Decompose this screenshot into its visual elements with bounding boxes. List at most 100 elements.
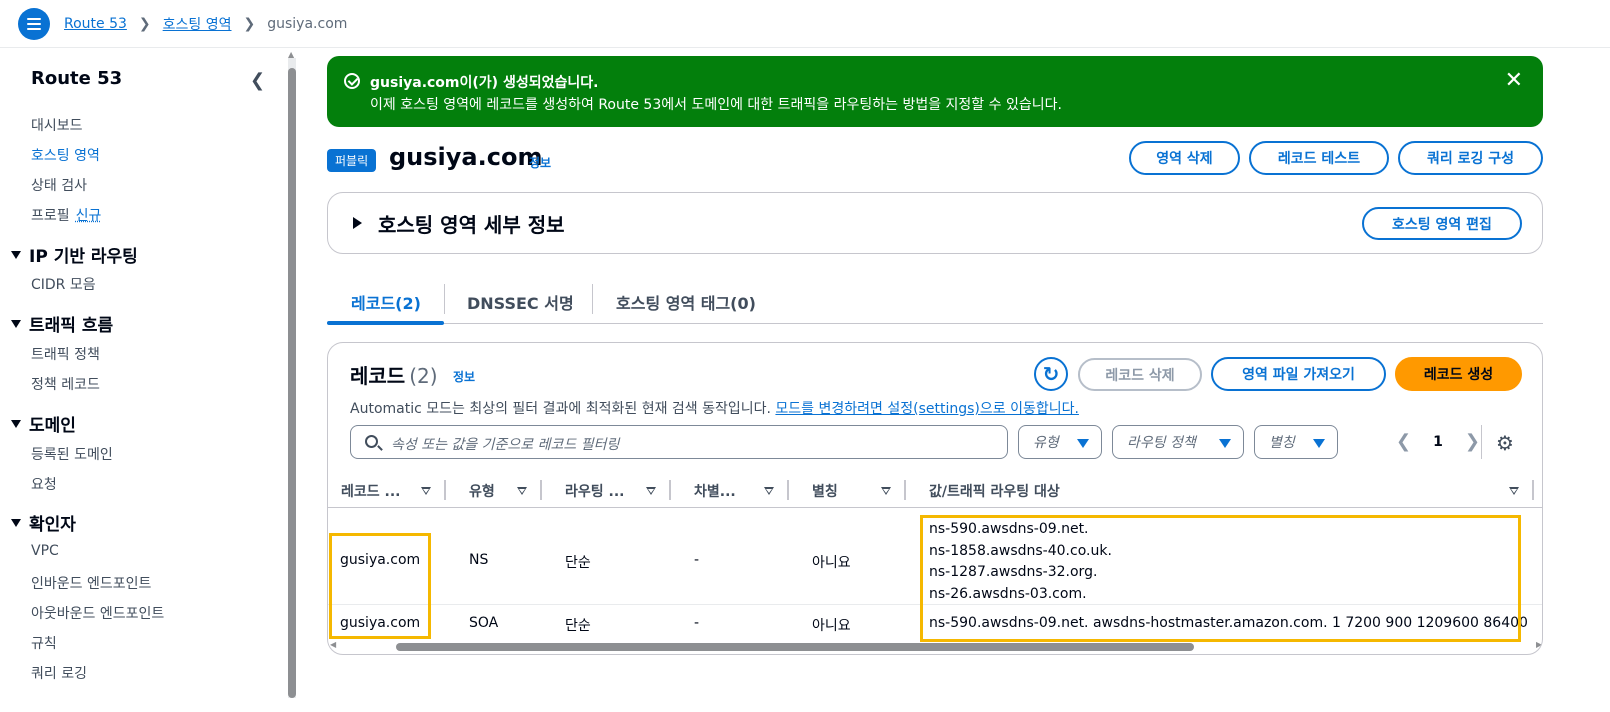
- column-differentiator[interactable]: 차별...: [694, 481, 736, 501]
- edit-hosted-zone-button[interactable]: 호스팅 영역 편집: [1362, 207, 1522, 240]
- breadcrumb: Route 53 ❯ 호스팅 영역 ❯ gusiya.com: [64, 14, 347, 34]
- sidebar-section-traffic-flow[interactable]: 트래픽 흐름: [11, 311, 113, 336]
- sidebar-item-policy-records[interactable]: 정책 레코드: [31, 374, 100, 394]
- test-record-button[interactable]: 레코드 테스트: [1249, 141, 1389, 175]
- section-title: 확인자: [29, 515, 76, 535]
- records-count: (2): [409, 364, 438, 388]
- sidebar-item-query-logging[interactable]: 쿼리 로깅: [31, 663, 87, 683]
- tabs: 레코드(2) DNSSEC 서명 호스팅 영역 태그(0): [327, 280, 1543, 325]
- sort-icon[interactable]: [1509, 487, 1519, 495]
- tab-tags[interactable]: 호스팅 영역 태그(0): [616, 290, 756, 314]
- sort-icon[interactable]: [646, 487, 656, 495]
- scrollbar-thumb[interactable]: [288, 68, 296, 698]
- sidebar-item-inbound-endpoints[interactable]: 인바운드 엔드포인트: [31, 573, 151, 593]
- cell-differentiator: -: [694, 552, 700, 568]
- breadcrumb-hosted-zones[interactable]: 호스팅 영역: [163, 14, 232, 34]
- sort-icon[interactable]: [764, 487, 774, 495]
- gear-icon[interactable]: ⚙: [1496, 431, 1514, 455]
- filter-alias-select[interactable]: 별칭: [1254, 425, 1338, 459]
- tab-records[interactable]: 레코드(2): [351, 290, 421, 314]
- sidebar-section-resolver[interactable]: 확인자: [11, 510, 76, 535]
- column-type[interactable]: 유형: [469, 481, 495, 501]
- import-zone-file-button[interactable]: 영역 파일 가져오기: [1211, 357, 1386, 391]
- sidebar-title: Route 53: [31, 68, 123, 89]
- column-value[interactable]: 값/트래픽 라우팅 대상: [929, 481, 1060, 501]
- info-link[interactable]: 정보: [529, 154, 551, 171]
- current-page[interactable]: 1: [1433, 434, 1443, 450]
- scroll-right-arrow-icon[interactable]: ▶: [1536, 640, 1542, 649]
- refresh-icon[interactable]: ↻: [1034, 357, 1068, 391]
- tab-dnssec[interactable]: DNSSEC 서명: [467, 290, 574, 314]
- chevron-right-icon: ❯: [138, 15, 151, 32]
- check-circle-icon: [344, 73, 360, 89]
- sidebar-item-cidr[interactable]: CIDR 모음: [31, 274, 96, 294]
- top-navigation: Route 53 ❯ 호스팅 영역 ❯ gusiya.com: [0, 0, 1610, 48]
- delete-record-button[interactable]: 레코드 삭제: [1078, 358, 1202, 391]
- details-title[interactable]: 호스팅 영역 세부 정보: [378, 209, 565, 238]
- close-icon[interactable]: ✕: [1505, 68, 1523, 93]
- sidebar-item-profiles[interactable]: 프로필 신규: [31, 205, 101, 225]
- column-resizer[interactable]: [540, 480, 542, 500]
- column-resizer[interactable]: [1532, 480, 1534, 500]
- cell-type: NS: [469, 552, 489, 568]
- column-record-name[interactable]: 레코드 ...: [341, 481, 400, 501]
- chevron-right-icon: ❯: [243, 15, 256, 32]
- active-tab-indicator: [327, 321, 444, 325]
- query-logging-button[interactable]: 쿼리 로깅 구성: [1398, 141, 1543, 175]
- horizontal-scrollbar[interactable]: ◀ ▶: [330, 640, 1542, 651]
- search-input[interactable]: 속성 또는 값을 기준으로 레코드 필터링: [350, 425, 1008, 459]
- sidebar-item-rules[interactable]: 규칙: [31, 633, 57, 653]
- caret-down-icon: [11, 419, 21, 428]
- records-title: 레코드 (2): [350, 360, 438, 389]
- breadcrumb-current: gusiya.com: [267, 15, 348, 32]
- cell-alias: 아니요: [812, 555, 851, 571]
- delete-zone-button[interactable]: 영역 삭제: [1129, 141, 1240, 175]
- search-icon: [365, 435, 378, 448]
- column-resizer[interactable]: [669, 480, 671, 500]
- filter-routing-select[interactable]: 라우팅 정책: [1112, 425, 1244, 459]
- sort-icon[interactable]: [517, 487, 527, 495]
- breadcrumb-route53[interactable]: Route 53: [64, 16, 127, 32]
- column-resizer[interactable]: [904, 480, 906, 500]
- select-label: 유형: [1033, 435, 1059, 451]
- next-page-icon[interactable]: ❯: [1465, 431, 1480, 452]
- sidebar-section-ip-routing[interactable]: IP 기반 라우팅: [11, 242, 138, 267]
- sidebar-item-registered-domains[interactable]: 등록된 도메인: [31, 444, 113, 464]
- sidebar-section-domains[interactable]: 도메인: [11, 411, 76, 436]
- sort-icon[interactable]: [881, 487, 891, 495]
- sidebar-item-traffic-policies[interactable]: 트래픽 정책: [31, 344, 100, 364]
- search-placeholder: 속성 또는 값을 기준으로 레코드 필터링: [391, 437, 620, 453]
- caret-right-icon[interactable]: [353, 217, 362, 229]
- caret-down-icon: [1313, 439, 1325, 448]
- scrollbar-thumb[interactable]: [396, 643, 1194, 651]
- name-highlight-box: [329, 533, 431, 639]
- settings-link[interactable]: 모드를 변경하려면 설정(settings)으로 이동합니다.: [775, 401, 1079, 417]
- records-info-link[interactable]: 정보: [453, 368, 475, 385]
- create-record-button[interactable]: 레코드 생성: [1395, 357, 1522, 391]
- success-flash: gusiya.com이(가) 생성되었습니다. 이제 호스팅 영역에 레코드를 …: [327, 56, 1543, 127]
- sidebar-item-health-checks[interactable]: 상태 검사: [31, 175, 87, 195]
- sidebar-scrollbar[interactable]: [288, 58, 296, 698]
- collapse-sidebar-icon[interactable]: ❮: [250, 70, 265, 91]
- sidebar-item-vpc[interactable]: VPC: [31, 543, 59, 559]
- column-routing[interactable]: 라우팅 ...: [565, 481, 624, 501]
- section-title: 트래픽 흐름: [29, 316, 114, 336]
- column-resizer[interactable]: [444, 480, 446, 500]
- scroll-left-arrow-icon[interactable]: ◀: [330, 640, 336, 649]
- menu-icon[interactable]: [18, 7, 50, 40]
- sidebar-item-hosted-zones[interactable]: 호스팅 영역: [31, 145, 100, 165]
- column-alias[interactable]: 별칭: [812, 481, 838, 501]
- public-badge: 퍼블릭: [327, 149, 377, 172]
- prev-page-icon[interactable]: ❮: [1396, 431, 1411, 452]
- table-header: 레코드 ... 유형 라우팅 ... 차별... 별칭 값/트래픽 라우팅 대상: [328, 476, 1542, 508]
- filter-type-select[interactable]: 유형: [1018, 425, 1102, 459]
- sidebar: Route 53 ❮ 대시보드 호스팅 영역 상태 검사 프로필 신규 IP 기반…: [0, 48, 296, 712]
- sort-icon[interactable]: [421, 487, 431, 495]
- sidebar-item-dashboard[interactable]: 대시보드: [31, 115, 83, 135]
- value-highlight-box: [920, 515, 1521, 642]
- column-resizer[interactable]: [787, 480, 789, 500]
- sidebar-item-outbound-endpoints[interactable]: 아웃바운드 엔드포인트: [31, 603, 164, 623]
- pager-divider: [1481, 425, 1482, 459]
- sidebar-item-requests[interactable]: 요청: [31, 474, 57, 494]
- hosted-zone-details[interactable]: 호스팅 영역 세부 정보 호스팅 영역 편집: [327, 192, 1543, 254]
